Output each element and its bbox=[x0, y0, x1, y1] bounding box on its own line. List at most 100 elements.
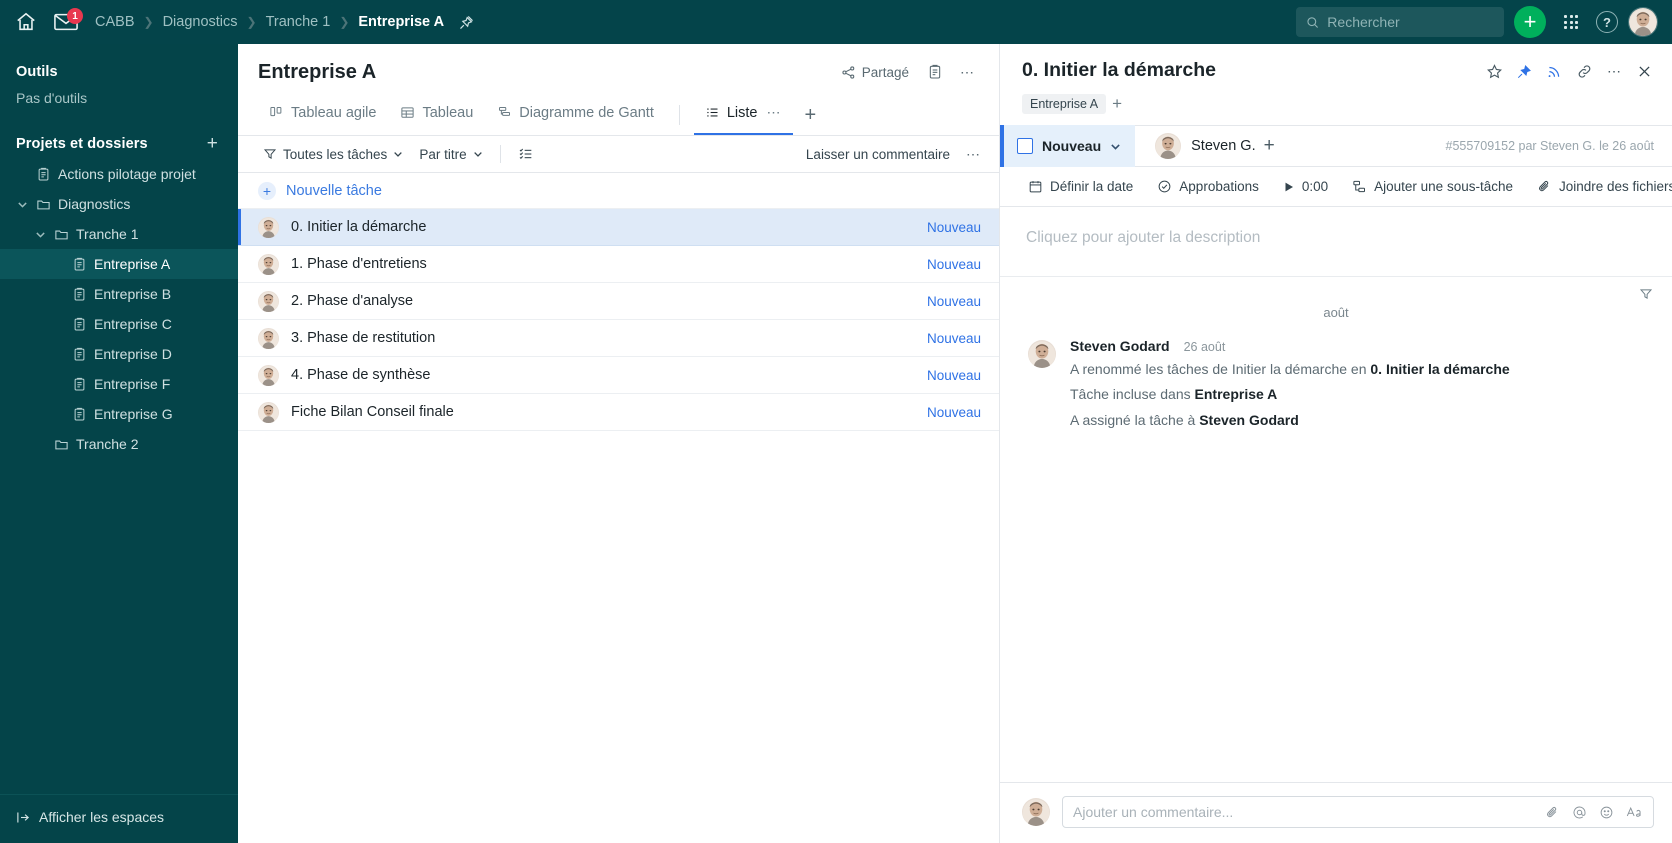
sidebar-item-tranche-1[interactable]: Tranche 1 bbox=[0, 219, 238, 249]
status-dropdown[interactable]: Nouveau bbox=[1000, 125, 1136, 167]
approvals-button[interactable]: Approbations bbox=[1149, 174, 1267, 199]
add-tag-icon[interactable]: + bbox=[1112, 94, 1122, 114]
action-label: Approbations bbox=[1179, 179, 1259, 194]
sidebar-item-entreprise-d[interactable]: Entreprise D bbox=[0, 339, 238, 369]
sidebar-item-diagnostics[interactable]: Diagnostics bbox=[0, 189, 238, 219]
sidebar-item-tranche-2[interactable]: Tranche 2 bbox=[0, 429, 238, 459]
project-clipboard-icon[interactable] bbox=[921, 58, 949, 86]
pin-icon[interactable] bbox=[458, 14, 475, 31]
activity-text: A assigné la tâche à bbox=[1070, 411, 1200, 428]
table-row[interactable]: 3. Phase de restitution Nouveau bbox=[238, 320, 999, 357]
show-spaces-button[interactable]: Afficher les espaces bbox=[0, 794, 238, 843]
list-more-icon[interactable]: ⋯ bbox=[959, 140, 987, 168]
add-project-icon[interactable]: + bbox=[203, 134, 222, 153]
search-field[interactable] bbox=[1327, 14, 1494, 30]
project-more-icon[interactable]: ⋯ bbox=[953, 58, 981, 86]
close-icon[interactable] bbox=[1630, 57, 1658, 85]
text-format-icon[interactable] bbox=[1626, 805, 1643, 819]
chevron-down-icon[interactable] bbox=[16, 199, 29, 210]
status-badge[interactable]: Nouveau bbox=[927, 220, 981, 235]
tab-tableau-agile[interactable]: Tableau agile bbox=[258, 96, 387, 136]
task-description[interactable]: Cliquez pour ajouter la description bbox=[1000, 207, 1672, 277]
status-badge[interactable]: Nouveau bbox=[927, 331, 981, 346]
tab-more-icon[interactable]: ⋯ bbox=[767, 104, 782, 121]
table-row[interactable]: Fiche Bilan Conseil finale Nouveau bbox=[238, 394, 999, 431]
add-assignee-icon[interactable]: + bbox=[1264, 135, 1275, 157]
add-view-button[interactable]: + bbox=[795, 100, 827, 131]
task-avatar bbox=[258, 365, 279, 386]
status-checkbox[interactable] bbox=[1017, 138, 1033, 154]
sidebar-item-entreprise-g[interactable]: Entreprise G bbox=[0, 399, 238, 429]
status-badge[interactable]: Nouveau bbox=[927, 257, 981, 272]
project-header: Entreprise A Partagé ⋯ Tableau agile Tab… bbox=[238, 44, 999, 136]
new-task-button[interactable]: + Nouvelle tâche bbox=[238, 173, 999, 209]
sidebar-item-label: Entreprise A bbox=[94, 256, 171, 272]
chevron-down-icon bbox=[394, 152, 403, 157]
task-tags: Entreprise A + bbox=[1022, 94, 1658, 114]
comment-field[interactable] bbox=[1073, 804, 1533, 820]
chevron-down-icon[interactable] bbox=[34, 229, 47, 240]
leave-comment-button[interactable]: Laisser un commentaire bbox=[799, 143, 957, 166]
sort-dropdown[interactable]: Par titre bbox=[412, 143, 489, 166]
table-row[interactable]: 1. Phase d'entretiens Nouveau bbox=[238, 246, 999, 283]
tab-tableau[interactable]: Tableau bbox=[389, 96, 484, 136]
status-badge[interactable]: Nouveau bbox=[927, 368, 981, 383]
breadcrumb-item-2[interactable]: Tranche 1 bbox=[262, 11, 335, 33]
tab-diagramme-de-gantt[interactable]: Diagramme de Gantt bbox=[486, 96, 665, 136]
avatar[interactable] bbox=[1628, 7, 1658, 37]
expand-panel-icon bbox=[17, 812, 30, 822]
search-input[interactable] bbox=[1296, 7, 1504, 37]
task-avatar bbox=[258, 402, 279, 423]
pin-icon[interactable] bbox=[1510, 57, 1538, 85]
home-icon[interactable] bbox=[10, 6, 42, 38]
breadcrumb-item-0[interactable]: CABB bbox=[91, 11, 139, 33]
sidebar-item-entreprise-c[interactable]: Entreprise C bbox=[0, 309, 238, 339]
tab-liste[interactable]: Liste ⋯ bbox=[693, 95, 793, 136]
inbox-icon[interactable]: 1 bbox=[54, 8, 83, 31]
star-icon[interactable] bbox=[1480, 57, 1508, 85]
sidebar-item-entreprise-b[interactable]: Entreprise B bbox=[0, 279, 238, 309]
create-button[interactable]: + bbox=[1514, 6, 1546, 38]
emoji-icon[interactable] bbox=[1599, 805, 1614, 820]
activity-body: Steven Godard 26 août A renommé les tâches… bbox=[1070, 338, 1650, 430]
breadcrumb-item-1[interactable]: Diagnostics bbox=[159, 11, 242, 33]
clipboard-icon bbox=[72, 257, 87, 272]
status-badge[interactable]: Nouveau bbox=[927, 405, 981, 420]
follow-rss-icon[interactable] bbox=[1540, 57, 1568, 85]
attach-icon[interactable] bbox=[1545, 805, 1560, 820]
set-date-button[interactable]: Définir la date bbox=[1020, 174, 1141, 199]
checklist-view-icon[interactable] bbox=[511, 142, 541, 166]
mention-icon[interactable] bbox=[1572, 805, 1587, 820]
add-subtask-button[interactable]: Ajouter une sous-tâche bbox=[1344, 174, 1521, 199]
share-button[interactable]: Partagé bbox=[833, 60, 917, 85]
breadcrumb-item-3[interactable]: Entreprise A bbox=[354, 11, 448, 33]
help-icon[interactable]: ? bbox=[1596, 11, 1618, 33]
sidebar-heading-projects: Projets et dossiers + bbox=[0, 128, 238, 159]
task-list: 0. Initier la démarche Nouveau 1. Phase d'… bbox=[238, 209, 999, 843]
clipboard-icon bbox=[72, 317, 87, 332]
task-more-icon[interactable]: ⋯ bbox=[1600, 57, 1628, 85]
project-header-row: Entreprise A Partagé ⋯ bbox=[258, 58, 981, 86]
sidebar-item-entreprise-a[interactable]: Entreprise A bbox=[0, 249, 238, 279]
feed-filter-icon[interactable] bbox=[1634, 285, 1658, 303]
filter-dropdown[interactable]: Toutes les tâches bbox=[256, 143, 410, 166]
task-tag[interactable]: Entreprise A bbox=[1022, 94, 1107, 114]
play-icon bbox=[1285, 182, 1293, 191]
comment-input[interactable] bbox=[1062, 796, 1654, 828]
table-row[interactable]: 4. Phase de synthèse Nouveau bbox=[238, 357, 999, 394]
status-badge[interactable]: Nouveau bbox=[927, 294, 981, 309]
tab-label: Tableau agile bbox=[291, 104, 377, 121]
list-item: Steven Godard 26 août A renommé les tâches… bbox=[1022, 338, 1650, 430]
list-toolbar: Toutes les tâches Par titre Laisser un c… bbox=[238, 135, 999, 173]
apps-grid-icon[interactable] bbox=[1556, 7, 1586, 37]
assignee[interactable]: Steven G. bbox=[1155, 133, 1256, 159]
link-icon[interactable] bbox=[1570, 57, 1598, 85]
sidebar-item-actions-pilotage-projet[interactable]: Actions pilotage projet bbox=[0, 159, 238, 189]
table-row[interactable]: 0. Initier la démarche Nouveau bbox=[238, 209, 999, 246]
breadcrumb-separator: ❯ bbox=[143, 15, 154, 29]
timer-button[interactable]: 0:00 bbox=[1275, 174, 1336, 199]
table-row[interactable]: 2. Phase d'analyse Nouveau bbox=[238, 283, 999, 320]
attach-files-button[interactable]: Joindre des fichiers bbox=[1529, 174, 1672, 199]
filter-icon bbox=[263, 149, 277, 159]
sidebar-item-entreprise-f[interactable]: Entreprise F bbox=[0, 369, 238, 399]
